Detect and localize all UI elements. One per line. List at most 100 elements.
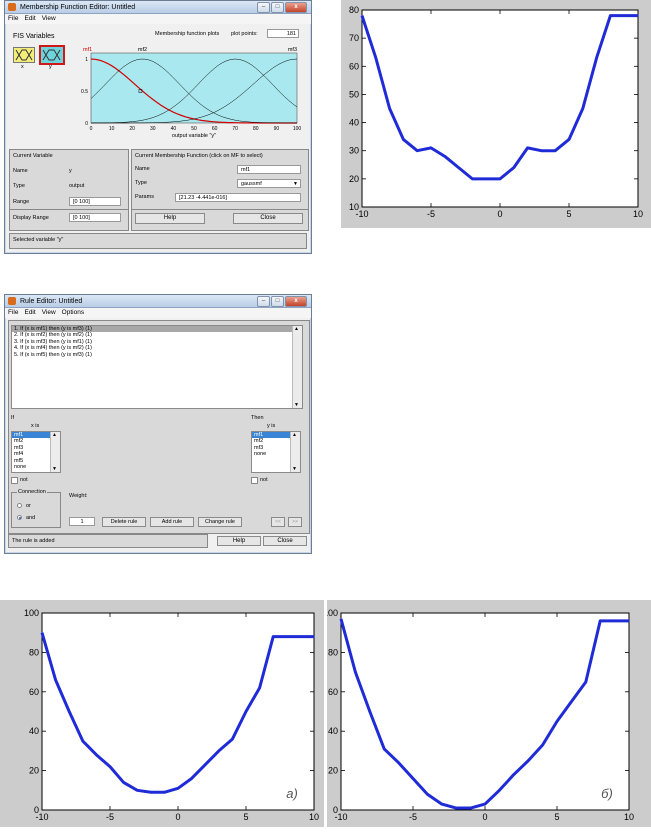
menu-edit[interactable]: Edit: [24, 308, 35, 318]
add-rule-button[interactable]: Add rule: [150, 517, 194, 527]
minimize-icon[interactable]: –: [257, 296, 270, 307]
mf-label-mf1: mf1: [83, 47, 92, 53]
data-point: [340, 618, 342, 620]
params-input[interactable]: [21.23 -4.441e-016]: [175, 193, 301, 202]
y-not-checkbox[interactable]: [251, 477, 258, 484]
data-point: [470, 807, 472, 809]
minimize-icon[interactable]: –: [257, 2, 270, 13]
x-mf-list[interactable]: mf1 mf2 mf3 mf4 mf5 none ▲ ▼: [11, 431, 61, 473]
data-point: [95, 754, 97, 756]
mf-x-tick-label: 100: [293, 126, 302, 132]
display-range-input[interactable]: [0 100]: [69, 213, 121, 222]
chart-top-right-svg: -10 -5 0 5 101020304050607080: [349, 5, 643, 219]
name-value: y: [69, 168, 72, 174]
x-tick-label: 5: [554, 812, 559, 822]
scroll-up-icon[interactable]: ▲: [292, 432, 297, 438]
data-point: [369, 710, 371, 713]
var-y-label: y: [49, 64, 52, 70]
mf-x-tick-label: 20: [129, 126, 135, 132]
mf-editor-titlebar[interactable]: Membership Function Editor: Untitled – □…: [5, 1, 311, 14]
mf-y-tick-label: 0.5: [81, 89, 88, 95]
current-mf-title: Current Membership Function (click on MF…: [135, 153, 263, 159]
rules-scrollbar[interactable]: ▲ ▼: [292, 326, 302, 408]
data-point: [426, 793, 428, 795]
range-input[interactable]: [0 100]: [69, 197, 121, 206]
plot-points-input[interactable]: 181: [267, 29, 299, 38]
y-tick-label: 0: [333, 805, 338, 815]
data-point: [499, 178, 501, 180]
menu-view[interactable]: View: [42, 308, 56, 318]
name-label: Name: [13, 168, 28, 174]
close-button[interactable]: Close: [233, 213, 303, 224]
rule-close-button[interactable]: Close: [263, 536, 307, 546]
x-not-checkbox[interactable]: [11, 477, 18, 484]
scroll-down-icon[interactable]: ▼: [52, 466, 57, 472]
menu-options[interactable]: Options: [62, 308, 84, 318]
menu-file[interactable]: File: [8, 308, 18, 318]
data-point: [585, 681, 587, 683]
data-point: [259, 687, 261, 689]
data-point: [513, 167, 515, 169]
data-point: [191, 777, 193, 780]
data-point: [540, 150, 542, 152]
connection-label: Connection: [17, 489, 47, 495]
or-radio[interactable]: [17, 503, 22, 508]
close-icon[interactable]: x: [285, 2, 307, 13]
data-point: [441, 803, 443, 805]
mf-x-axis-label: output variable "y": [172, 133, 216, 139]
mf-x-tick-label: 90: [274, 126, 280, 132]
change-rule-button[interactable]: Change rule: [198, 517, 242, 527]
data-point: [614, 620, 616, 622]
data-point: [383, 748, 385, 750]
data-point: [628, 620, 630, 622]
rule-item[interactable]: 5. If (x is mf5) then (y is mf3) (1): [12, 352, 302, 358]
data-point: [218, 750, 220, 752]
scroll-up-icon[interactable]: ▲: [294, 326, 299, 332]
scroll-down-icon[interactable]: ▼: [294, 402, 299, 408]
menu-file[interactable]: File: [8, 14, 18, 24]
y-mf-scrollbar[interactable]: ▲ ▼: [290, 432, 300, 472]
current-variable-title: Current Variable: [13, 153, 53, 159]
status-bar: Selected variable "y": [9, 233, 307, 249]
y-mf-list[interactable]: mf1 mf2 mf3 none ▲ ▼: [251, 431, 301, 473]
data-point: [402, 138, 404, 141]
weight-input[interactable]: 1: [69, 517, 95, 526]
delete-rule-button[interactable]: Delete rule: [102, 517, 146, 527]
x-mf-scrollbar[interactable]: ▲ ▼: [50, 432, 60, 472]
mf-editor-title: Membership Function Editor: Untitled: [20, 3, 136, 11]
mf-x-icon: [15, 49, 33, 61]
menu-edit[interactable]: Edit: [24, 14, 35, 24]
mf-type-select[interactable]: gaussmf ▼: [237, 179, 301, 188]
rules-list[interactable]: 1. If (x is mf1) then (y is mf3) (1) 2. …: [11, 325, 303, 409]
help-button[interactable]: Help: [135, 213, 205, 224]
rule-help-button[interactable]: Help: [217, 536, 261, 546]
var-y-block[interactable]: [39, 45, 65, 65]
y-tick-label: 40: [349, 118, 359, 128]
y-tick-label: 80: [328, 647, 338, 657]
mf-plot[interactable]: 0 10 20 30 40 50 60 70 80 90 100 0 0.5 1 output variab…: [65, 41, 305, 141]
mf-plot-area: [90, 52, 298, 124]
menu-view[interactable]: View: [42, 14, 56, 24]
mf-name-input[interactable]: mf1: [237, 165, 301, 174]
data-point: [204, 764, 206, 766]
data-point: [570, 701, 572, 703]
var-x-block[interactable]: [13, 47, 35, 63]
maximize-icon[interactable]: □: [271, 2, 284, 13]
data-point: [599, 620, 601, 622]
close-icon[interactable]: x: [285, 296, 307, 307]
data-point: [513, 773, 515, 776]
mf-editor-menubar: File Edit View: [5, 14, 311, 24]
maximize-icon[interactable]: □: [271, 296, 284, 307]
x-tick-label: 10: [633, 209, 643, 219]
data-point: [375, 57, 377, 59]
scroll-down-icon[interactable]: ▼: [292, 466, 297, 472]
prev-rule-button[interactable]: <<: [271, 517, 285, 527]
scroll-up-icon[interactable]: ▲: [52, 432, 57, 438]
and-radio[interactable]: [17, 515, 22, 520]
y-tick-label: 60: [349, 61, 359, 71]
data-point: [389, 107, 391, 110]
x-tick-label: 0: [175, 812, 180, 822]
next-rule-button[interactable]: >>: [288, 517, 302, 527]
rule-editor-titlebar[interactable]: Rule Editor: Untitled – □ x: [5, 295, 311, 308]
y-tick-label: 0: [34, 805, 39, 815]
